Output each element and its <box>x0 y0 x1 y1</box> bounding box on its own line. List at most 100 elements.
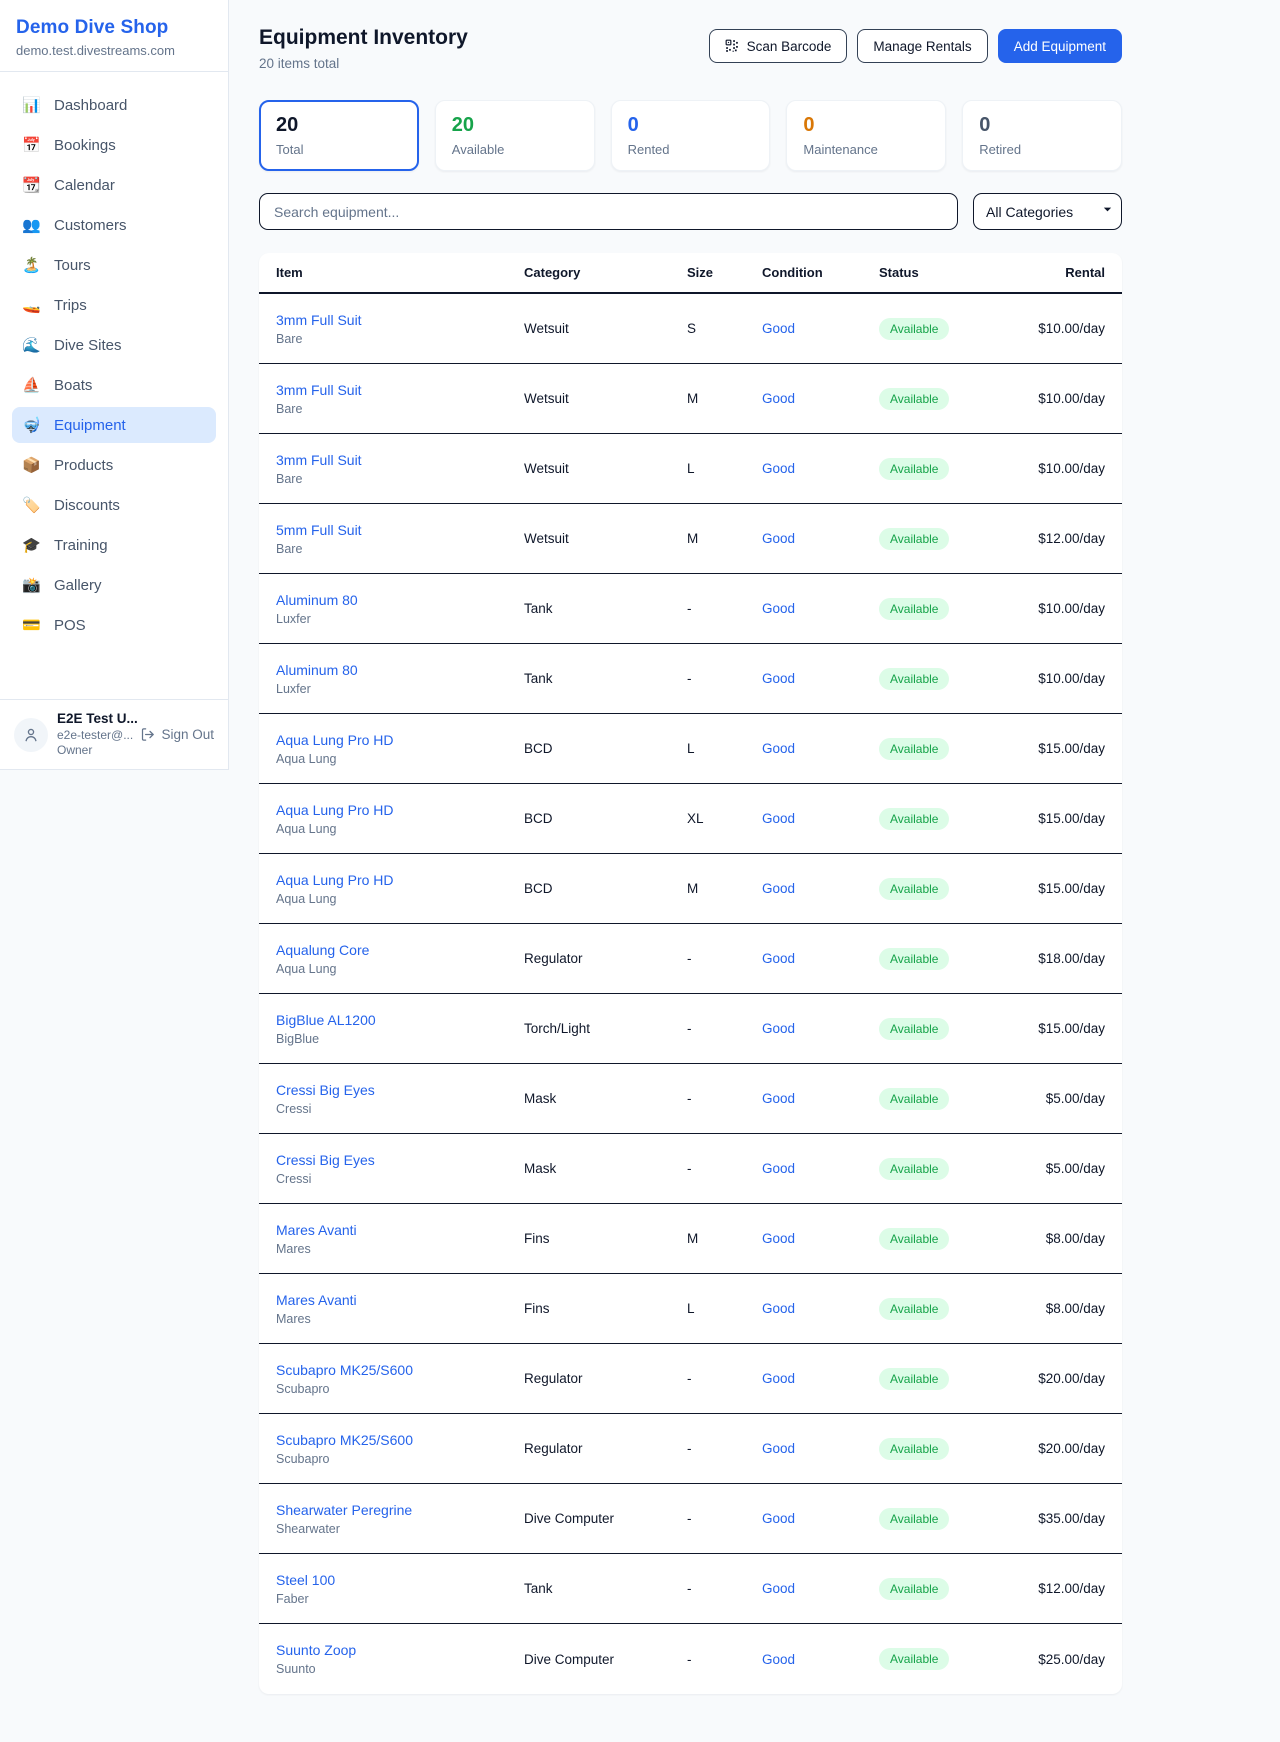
status-cell: Available <box>879 598 999 620</box>
condition-link[interactable]: Good <box>762 1161 795 1176</box>
sidebar-item[interactable]: 📦 Products <box>12 447 216 483</box>
table-row: Suunto Zoop Suunto Dive Computer - Good … <box>259 1624 1122 1694</box>
column-header-category: Category <box>524 265 687 280</box>
user-email: e2e-tester@... <box>57 728 131 743</box>
condition-link[interactable]: Good <box>762 461 795 476</box>
item-link[interactable]: Aluminum 80 <box>276 662 358 678</box>
item-brand: BigBlue <box>276 1032 524 1046</box>
condition-link[interactable]: Good <box>762 951 795 966</box>
item-link[interactable]: Scubapro MK25/S600 <box>276 1432 413 1448</box>
condition-link[interactable]: Good <box>762 1441 795 1456</box>
table-row: Aluminum 80 Luxfer Tank - Good Available… <box>259 574 1122 644</box>
item-link[interactable]: 3mm Full Suit <box>276 382 362 398</box>
condition-cell: Good <box>762 741 879 756</box>
condition-link[interactable]: Good <box>762 881 795 896</box>
condition-link[interactable]: Good <box>762 531 795 546</box>
scan-barcode-button[interactable]: Scan Barcode <box>709 29 848 63</box>
condition-link[interactable]: Good <box>762 1091 795 1106</box>
condition-link[interactable]: Good <box>762 741 795 756</box>
item-brand: Bare <box>276 332 524 346</box>
sidebar-item[interactable]: 👥 Customers <box>12 207 216 243</box>
item-link[interactable]: Aluminum 80 <box>276 592 358 608</box>
table-row: Steel 100 Faber Tank - Good Available $1… <box>259 1554 1122 1624</box>
condition-cell: Good <box>762 881 879 896</box>
sidebar-item[interactable]: 📊 Dashboard <box>12 87 216 123</box>
item-link[interactable]: Mares Avanti <box>276 1222 357 1238</box>
sidebar-item[interactable]: 📅 Bookings <box>12 127 216 163</box>
item-link[interactable]: 5mm Full Suit <box>276 522 362 538</box>
status-cell: Available <box>879 738 999 760</box>
sidebar-item[interactable]: ⛵ Boats <box>12 367 216 403</box>
item-link[interactable]: Shearwater Peregrine <box>276 1502 412 1518</box>
item-link[interactable]: Suunto Zoop <box>276 1642 356 1658</box>
sign-out-button[interactable]: Sign Out <box>140 727 214 742</box>
item-link[interactable]: 3mm Full Suit <box>276 312 362 328</box>
item-link[interactable]: Steel 100 <box>276 1572 335 1588</box>
status-cell: Available <box>879 1438 999 1460</box>
item-link[interactable]: BigBlue AL1200 <box>276 1012 376 1028</box>
condition-link[interactable]: Good <box>762 671 795 686</box>
stat-card[interactable]: 0 Rented <box>611 100 771 171</box>
stat-card[interactable]: 0 Retired <box>962 100 1122 171</box>
sidebar-item[interactable]: 🌊 Dive Sites <box>12 327 216 363</box>
item-link[interactable]: Aqua Lung Pro HD <box>276 732 394 748</box>
item-cell: 3mm Full Suit Bare <box>276 312 524 346</box>
gallery-icon: 📸 <box>22 576 41 594</box>
sidebar-item[interactable]: 📆 Calendar <box>12 167 216 203</box>
search-input[interactable] <box>259 193 958 230</box>
condition-link[interactable]: Good <box>762 1581 795 1596</box>
item-link[interactable]: Cressi Big Eyes <box>276 1152 375 1168</box>
sidebar-item-label: Boats <box>54 377 92 394</box>
rental-cell: $15.00/day <box>999 811 1105 826</box>
condition-link[interactable]: Good <box>762 1371 795 1386</box>
item-brand: Cressi <box>276 1102 524 1116</box>
condition-link[interactable]: Good <box>762 321 795 336</box>
add-equipment-button[interactable]: Add Equipment <box>998 29 1122 63</box>
item-cell: Aqua Lung Pro HD Aqua Lung <box>276 872 524 906</box>
condition-link[interactable]: Good <box>762 601 795 616</box>
status-cell: Available <box>879 318 999 340</box>
item-link[interactable]: Aqua Lung Pro HD <box>276 872 394 888</box>
sidebar-item[interactable]: 🏷️ Discounts <box>12 487 216 523</box>
table-row: 3mm Full Suit Bare Wetsuit L Good Availa… <box>259 434 1122 504</box>
sidebar-item[interactable]: 🎓 Training <box>12 527 216 563</box>
stat-card[interactable]: 0 Maintenance <box>786 100 946 171</box>
item-link[interactable]: Aqua Lung Pro HD <box>276 802 394 818</box>
condition-link[interactable]: Good <box>762 391 795 406</box>
condition-link[interactable]: Good <box>762 1511 795 1526</box>
status-cell: Available <box>879 878 999 900</box>
sidebar-item[interactable]: 🏝️ Tours <box>12 247 216 283</box>
category-cell: Wetsuit <box>524 321 687 336</box>
sign-out-label: Sign Out <box>161 727 214 742</box>
sidebar-item[interactable]: 🤿 Equipment <box>12 407 216 443</box>
table-row: Shearwater Peregrine Shearwater Dive Com… <box>259 1484 1122 1554</box>
stat-card[interactable]: 20 Total <box>259 100 419 171</box>
status-badge: Available <box>879 1018 949 1040</box>
condition-link[interactable]: Good <box>762 1652 795 1667</box>
size-cell: - <box>687 1652 762 1667</box>
condition-cell: Good <box>762 461 879 476</box>
category-select[interactable]: All Categories <box>973 193 1122 230</box>
sidebar-item[interactable]: 📸 Gallery <box>12 567 216 603</box>
condition-link[interactable]: Good <box>762 1301 795 1316</box>
item-link[interactable]: Cressi Big Eyes <box>276 1082 375 1098</box>
condition-link[interactable]: Good <box>762 1231 795 1246</box>
sidebar-item[interactable]: 💳 POS <box>12 607 216 643</box>
manage-rentals-button[interactable]: Manage Rentals <box>857 29 987 63</box>
sidebar-item-label: Products <box>54 457 113 474</box>
item-link[interactable]: Mares Avanti <box>276 1292 357 1308</box>
rental-cell: $12.00/day <box>999 1581 1105 1596</box>
item-link[interactable]: Aqualung Core <box>276 942 369 958</box>
column-header-condition: Condition <box>762 265 879 280</box>
condition-link[interactable]: Good <box>762 1021 795 1036</box>
status-cell: Available <box>879 1158 999 1180</box>
condition-link[interactable]: Good <box>762 811 795 826</box>
brand-link[interactable]: Demo Dive Shop <box>16 17 212 39</box>
sidebar-item[interactable]: 🚤 Trips <box>12 287 216 323</box>
item-link[interactable]: Scubapro MK25/S600 <box>276 1362 413 1378</box>
item-cell: Scubapro MK25/S600 Scubapro <box>276 1362 524 1396</box>
stat-card[interactable]: 20 Available <box>435 100 595 171</box>
status-cell: Available <box>879 1228 999 1250</box>
rental-cell: $10.00/day <box>999 461 1105 476</box>
item-link[interactable]: 3mm Full Suit <box>276 452 362 468</box>
